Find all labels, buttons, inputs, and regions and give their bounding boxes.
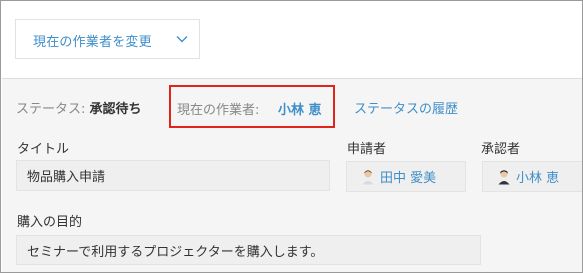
applicant-chip[interactable]: 田中 愛美	[346, 161, 466, 192]
purpose-label: 購入の目的	[17, 215, 83, 230]
purpose-value: セミナーで利用するプロジェクターを購入します。	[16, 235, 481, 265]
user-avatar-icon	[497, 169, 511, 185]
change-assignee-label: 現在の作業者を変更	[33, 35, 152, 50]
approver-name: 小林 恵	[516, 171, 560, 186]
status-label: ステータス:	[16, 102, 86, 117]
current-assignee-name[interactable]: 小林 恵	[278, 99, 322, 118]
approver-chip[interactable]: 小林 恵	[482, 161, 582, 192]
status-value: 承認待ち	[89, 102, 142, 117]
workflow-request-panel: 現在の作業者を変更 ステータス: 承認待ち 現在の作業者: 小林 恵 ステータス…	[0, 0, 583, 273]
user-avatar-icon	[361, 169, 375, 185]
approver-label: 承認者	[481, 142, 521, 157]
toolbar: 現在の作業者を変更	[2, 2, 582, 78]
applicant-name: 田中 愛美	[380, 171, 437, 186]
chevron-down-icon	[174, 31, 190, 47]
status-history-link[interactable]: ステータスの履歴	[354, 98, 458, 117]
purpose-value-text: セミナーで利用するプロジェクターを購入します。	[27, 244, 324, 260]
title-value: 物品購入申請	[16, 160, 330, 191]
title-value-text: 物品購入申請	[27, 170, 106, 185]
title-label: タイトル	[17, 142, 70, 157]
current-assignee-label: 現在の作業者:	[177, 103, 260, 118]
change-assignee-button[interactable]: 現在の作業者を変更	[15, 19, 200, 59]
applicant-label: 申請者	[347, 142, 387, 157]
status-line: ステータス: 承認待ち	[16, 98, 142, 117]
